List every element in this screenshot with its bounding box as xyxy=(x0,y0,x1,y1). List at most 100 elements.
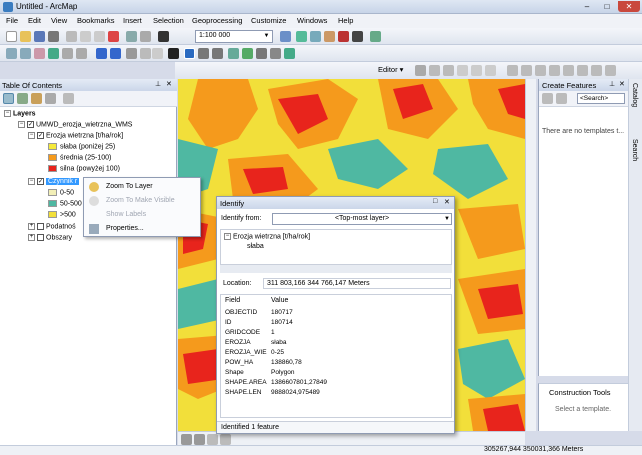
rotate-icon[interactable] xyxy=(563,65,574,76)
hyperlink-icon[interactable] xyxy=(198,48,209,59)
edit-annotation-icon[interactable] xyxy=(429,65,440,76)
paste-icon[interactable] xyxy=(94,31,105,42)
result-feature-node[interactable]: słaba xyxy=(247,243,264,250)
select-features-icon[interactable] xyxy=(126,48,137,59)
editor-menu[interactable]: Editor ▾ xyxy=(378,65,403,74)
data-view-icon[interactable] xyxy=(181,434,192,445)
toc-layer-podatnosc[interactable]: + Podatnoś xyxy=(28,223,76,230)
find-icon[interactable] xyxy=(228,48,239,59)
visibility-checkbox[interactable] xyxy=(37,223,44,230)
new-document-icon[interactable] xyxy=(6,31,17,42)
clear-selection-icon[interactable] xyxy=(140,48,151,59)
pause-drawing-icon[interactable] xyxy=(220,434,231,445)
sketch-properties-icon[interactable] xyxy=(591,65,602,76)
cut-polygons-icon[interactable] xyxy=(535,65,546,76)
close-icon[interactable]: ✕ xyxy=(619,80,625,88)
identify-icon[interactable] xyxy=(184,48,195,59)
visibility-checkbox[interactable] xyxy=(37,234,44,241)
minimize-button[interactable]: – xyxy=(578,1,596,12)
map-vertical-scrollbar[interactable] xyxy=(525,79,536,431)
toc-service-row[interactable]: − ✓ UMWD_erozja_wietrzna_WMS xyxy=(18,121,132,128)
trace-icon[interactable] xyxy=(471,65,482,76)
point-icon[interactable] xyxy=(485,65,496,76)
undo-icon[interactable] xyxy=(126,31,137,42)
model-builder-icon[interactable] xyxy=(370,31,381,42)
table-of-contents-icon[interactable] xyxy=(296,31,307,42)
fixed-zoom-out-icon[interactable] xyxy=(76,48,87,59)
visibility-checkbox[interactable]: ✓ xyxy=(27,121,34,128)
full-extent-icon[interactable] xyxy=(48,48,59,59)
catalog-window-icon[interactable] xyxy=(310,31,321,42)
list-by-source-icon[interactable] xyxy=(17,93,28,104)
go-forward-icon[interactable] xyxy=(110,48,121,59)
close-icon[interactable]: ✕ xyxy=(444,198,450,206)
pin-icon[interactable]: ⊥ xyxy=(155,80,161,88)
search-window-icon[interactable] xyxy=(324,31,335,42)
menu-help[interactable]: Help xyxy=(338,16,353,25)
options-icon[interactable] xyxy=(63,93,74,104)
pointer-icon[interactable] xyxy=(168,48,179,59)
create-viewer-icon[interactable] xyxy=(284,48,295,59)
open-folder-icon[interactable] xyxy=(20,31,31,42)
menu-geoprocessing[interactable]: Geoprocessing xyxy=(192,16,242,25)
collapse-icon[interactable]: − xyxy=(4,110,11,117)
menu-item-properties[interactable]: Properties... xyxy=(106,225,144,232)
pin-icon[interactable]: ⊥ xyxy=(609,80,615,88)
menu-windows[interactable]: Windows xyxy=(297,16,327,25)
add-data-icon[interactable] xyxy=(158,31,169,42)
layout-view-icon[interactable] xyxy=(194,434,205,445)
menu-edit[interactable]: Edit xyxy=(28,16,41,25)
end-point-arc-icon[interactable] xyxy=(457,65,468,76)
fixed-zoom-in-icon[interactable] xyxy=(62,48,73,59)
attributes-icon[interactable] xyxy=(577,65,588,76)
list-by-visibility-icon[interactable] xyxy=(31,93,42,104)
list-by-drawing-order-icon[interactable] xyxy=(3,93,14,104)
collapse-icon[interactable]: − xyxy=(28,132,35,139)
menu-item-zoom-to-layer[interactable]: Zoom To Layer xyxy=(106,183,153,190)
select-elements-icon[interactable] xyxy=(152,48,163,59)
list-by-selection-icon[interactable] xyxy=(45,93,56,104)
close-button[interactable]: ✕ xyxy=(618,1,640,12)
toc-layer-czynnik[interactable]: − ✓ Czynnik r xyxy=(28,178,80,186)
maximize-button[interactable]: □ xyxy=(598,1,616,12)
visibility-checkbox[interactable]: ✓ xyxy=(37,132,44,139)
delete-icon[interactable] xyxy=(108,31,119,42)
menu-customize[interactable]: Customize xyxy=(251,16,286,25)
pan-icon[interactable] xyxy=(34,48,45,59)
split-icon[interactable] xyxy=(549,65,560,76)
zoom-in-icon[interactable] xyxy=(6,48,17,59)
visibility-checkbox[interactable]: ✓ xyxy=(37,178,44,185)
arctoolbox-icon[interactable] xyxy=(338,31,349,42)
go-back-icon[interactable] xyxy=(96,48,107,59)
identify-from-dropdown[interactable]: <Top-most layer> ▼ xyxy=(272,213,452,225)
expand-icon[interactable]: + xyxy=(28,234,35,241)
toc-layer-erozja[interactable]: − ✓ Erozja wietrzna [t/ha/rok] xyxy=(28,132,123,139)
tab-catalog[interactable]: Catalog xyxy=(631,83,638,107)
measure-icon[interactable] xyxy=(256,48,267,59)
collapse-icon[interactable]: − xyxy=(18,121,25,128)
editor-toolbar-icon[interactable] xyxy=(280,31,291,42)
redo-icon[interactable] xyxy=(140,31,151,42)
create-features-icon[interactable] xyxy=(605,65,616,76)
refresh-icon[interactable] xyxy=(207,434,218,445)
straight-segment-icon[interactable] xyxy=(443,65,454,76)
restore-icon[interactable]: □ xyxy=(433,198,437,205)
html-popup-icon[interactable] xyxy=(212,48,223,59)
save-icon[interactable] xyxy=(34,31,45,42)
toc-layer-obszary[interactable]: + Obszary xyxy=(28,234,72,241)
copy-icon[interactable] xyxy=(80,31,91,42)
edit-vertices-icon[interactable] xyxy=(507,65,518,76)
collapse-icon[interactable]: − xyxy=(224,233,231,240)
expand-icon[interactable]: + xyxy=(28,223,35,230)
zoom-out-icon[interactable] xyxy=(20,48,31,59)
filter-icon[interactable] xyxy=(556,93,567,104)
organize-templates-icon[interactable] xyxy=(542,93,553,104)
reshape-icon[interactable] xyxy=(521,65,532,76)
menu-file[interactable]: File xyxy=(6,16,18,25)
route-icon[interactable] xyxy=(242,48,253,59)
chevron-down-icon[interactable]: ▼ xyxy=(444,215,450,224)
toc-layers-root[interactable]: − Layers xyxy=(4,110,36,117)
time-slider-icon[interactable] xyxy=(270,48,281,59)
edit-tool-icon[interactable] xyxy=(415,65,426,76)
close-icon[interactable]: ✕ xyxy=(166,80,172,88)
